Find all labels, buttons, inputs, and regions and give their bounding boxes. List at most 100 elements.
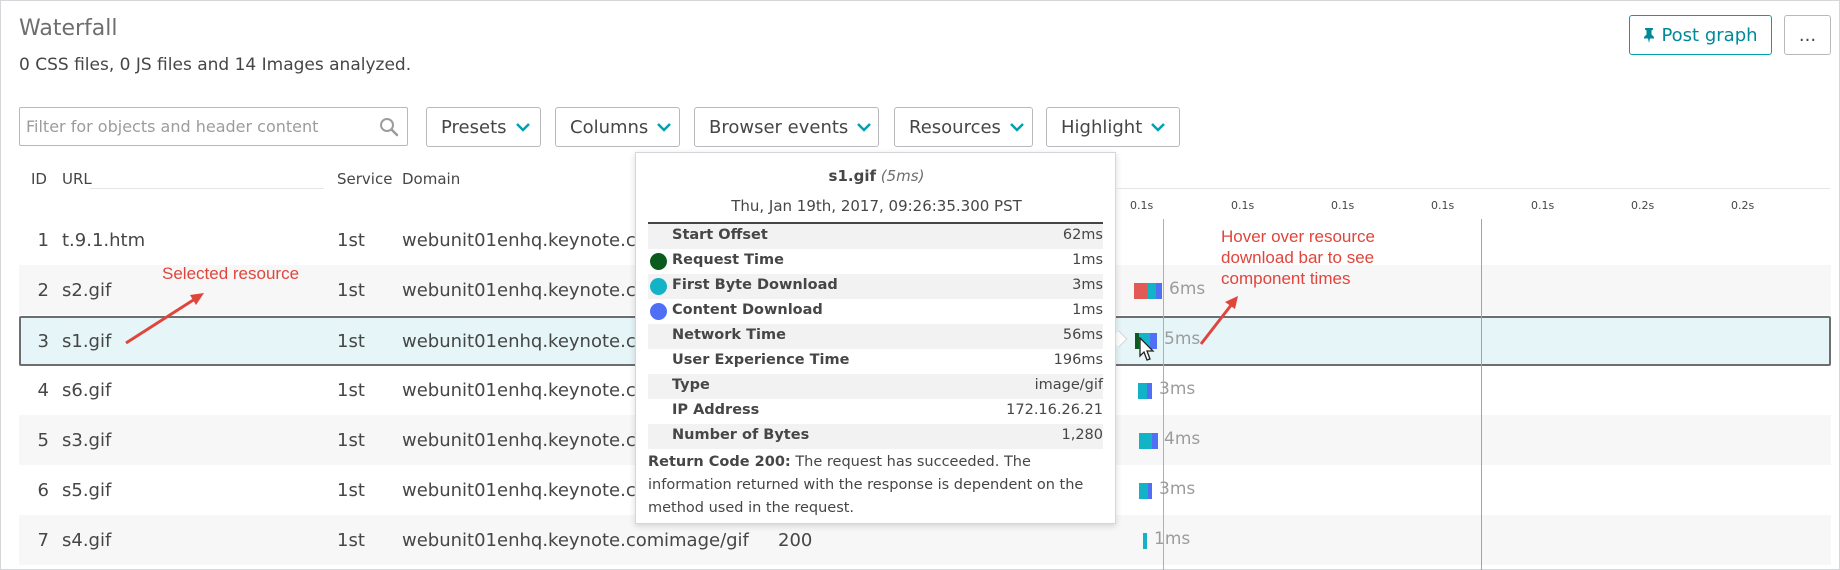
chevron-down-icon bbox=[857, 123, 872, 132]
row-service: 1st bbox=[337, 480, 365, 501]
tooltip-label: Type bbox=[672, 377, 710, 393]
bar-segment-first-byte bbox=[1143, 533, 1147, 549]
tooltip-value: 172.16.26.21 bbox=[1006, 402, 1103, 418]
tooltip-row: User Experience Time 196ms bbox=[648, 349, 1103, 374]
tooltip-date: Thu, Jan 19th, 2017, 09:26:35.300 PST bbox=[731, 197, 1022, 215]
bar-duration-label: 4ms bbox=[1164, 429, 1201, 449]
more-options-button[interactable]: ... bbox=[1784, 15, 1831, 55]
highlight-label: Highlight bbox=[1061, 116, 1143, 138]
search-icon[interactable] bbox=[379, 117, 399, 137]
tooltip-label: User Experience Time bbox=[672, 352, 850, 368]
tooltip-row: Request Time 1ms bbox=[648, 249, 1103, 274]
resources-label: Resources bbox=[909, 116, 1001, 138]
chevron-down-icon bbox=[1010, 123, 1024, 132]
return-code-label: Return Code 200: bbox=[648, 454, 791, 470]
filter-input[interactable] bbox=[20, 108, 360, 145]
tooltip-row: Number of Bytes 1,280 bbox=[648, 424, 1103, 449]
tooltip-value: 196ms bbox=[1053, 352, 1103, 368]
browser-events-dropdown[interactable]: Browser events bbox=[694, 107, 879, 147]
post-graph-label: Post graph bbox=[1661, 24, 1758, 46]
tooltip-value: 1,280 bbox=[1061, 427, 1103, 443]
hover-hint-line: download bar to see bbox=[1221, 248, 1375, 267]
tooltip-row: Start Offset 62ms bbox=[648, 224, 1103, 249]
row-service: 1st bbox=[337, 430, 365, 451]
tooltip-row: Content Download 1ms bbox=[648, 299, 1103, 324]
row-url: s4.gif bbox=[62, 530, 112, 551]
hover-hint-annotation: Hover over resource download bar to see … bbox=[1221, 226, 1375, 289]
timeline-axis-line bbox=[1117, 188, 1830, 189]
highlight-dropdown[interactable]: Highlight bbox=[1046, 107, 1180, 147]
axis-tick: 0.2s bbox=[1731, 199, 1755, 212]
filter-box bbox=[19, 107, 408, 146]
tooltip-label: Start Offset bbox=[672, 227, 768, 243]
column-header-id[interactable]: ID bbox=[31, 170, 47, 188]
bar-duration-label: 3ms bbox=[1159, 379, 1196, 399]
column-header-service[interactable]: Service bbox=[337, 170, 392, 188]
row-domain: webunit01enhq.keynote.com bbox=[402, 380, 665, 401]
presets-dropdown[interactable]: Presets bbox=[426, 107, 541, 147]
tooltip-label: IP Address bbox=[672, 402, 760, 418]
bar-segment-content bbox=[1147, 383, 1152, 399]
page-title: Waterfall bbox=[19, 16, 118, 41]
bar-duration-label: 1ms bbox=[1154, 529, 1191, 549]
bar-segment-content bbox=[1148, 483, 1152, 499]
row-service: 1st bbox=[337, 530, 365, 551]
row-domain: webunit01enhq.keynote.com bbox=[402, 480, 665, 501]
load-event-marker bbox=[1481, 219, 1482, 570]
row-domain: webunit01enhq.keynote.com bbox=[402, 530, 665, 551]
first-byte-legend-icon bbox=[650, 278, 667, 295]
row-service: 1st bbox=[337, 280, 365, 301]
bar-segment-first-byte bbox=[1138, 383, 1147, 399]
row-service: 1st bbox=[337, 230, 365, 251]
row-url: s5.gif bbox=[62, 480, 112, 501]
pin-icon bbox=[1644, 28, 1655, 43]
row-domain: webunit01enhq.keynote.com bbox=[402, 280, 665, 301]
row-service: 1st bbox=[337, 331, 365, 352]
row-id: 1 bbox=[37, 230, 49, 251]
row-id: 5 bbox=[37, 430, 49, 451]
tooltip-row: Type image/gif bbox=[648, 374, 1103, 399]
row-id: 6 bbox=[37, 480, 49, 501]
row-url: s2.gif bbox=[62, 280, 112, 301]
column-header-domain[interactable]: Domain bbox=[402, 170, 460, 188]
tooltip-value: image/gif bbox=[1034, 377, 1103, 393]
tooltip-return-code-note: Return Code 200: The request has succeed… bbox=[648, 451, 1108, 520]
browser-events-label: Browser events bbox=[709, 116, 849, 138]
tooltip-value: 56ms bbox=[1062, 327, 1103, 343]
annotation-arrow-icon bbox=[1199, 296, 1238, 345]
annotation-arrow-icon bbox=[125, 293, 204, 345]
presets-label: Presets bbox=[441, 116, 507, 138]
tooltip-label: First Byte Download bbox=[672, 277, 838, 293]
column-header-url[interactable]: URL bbox=[62, 170, 92, 188]
axis-tick: 0.1s bbox=[1231, 199, 1255, 212]
bar-segment-first-byte bbox=[1139, 483, 1148, 499]
request-time-legend-icon bbox=[650, 253, 667, 270]
resources-dropdown[interactable]: Resources bbox=[894, 107, 1033, 147]
row-domain: webunit01enhq.keynote.com bbox=[402, 230, 665, 251]
bar-segment-content bbox=[1152, 433, 1158, 449]
post-graph-button[interactable]: Post graph bbox=[1629, 15, 1772, 55]
content-download-legend-icon bbox=[650, 303, 667, 320]
row-url: s1.gif bbox=[62, 331, 112, 352]
tooltip-file: s1.gif bbox=[828, 167, 876, 185]
chevron-down-icon bbox=[657, 123, 672, 132]
columns-dropdown[interactable]: Columns bbox=[555, 107, 680, 147]
tooltip-value: 1ms bbox=[1072, 252, 1103, 268]
bar-segment-content bbox=[1156, 283, 1162, 299]
axis-tick: 0.1s bbox=[1531, 199, 1555, 212]
chevron-down-icon bbox=[1151, 123, 1166, 132]
tooltip-label: Number of Bytes bbox=[672, 427, 810, 443]
row-url: s6.gif bbox=[62, 380, 112, 401]
row-url: t.9.1.htm bbox=[62, 230, 146, 251]
axis-tick: 0.2s bbox=[1631, 199, 1655, 212]
axis-tick: 0.1s bbox=[1130, 199, 1154, 212]
columns-label: Columns bbox=[570, 116, 649, 138]
row-return-code: 200 bbox=[778, 530, 813, 551]
row-id: 7 bbox=[37, 530, 49, 551]
analysis-summary: 0 CSS files, 0 JS files and 14 Images an… bbox=[19, 55, 412, 75]
row-domain: webunit01enhq.keynote.com bbox=[402, 331, 665, 352]
row-id: 3 bbox=[37, 331, 49, 352]
row-id: 2 bbox=[37, 280, 49, 301]
tooltip-row: Network Time 56ms bbox=[648, 324, 1103, 349]
row-type: image/gif bbox=[664, 530, 749, 551]
